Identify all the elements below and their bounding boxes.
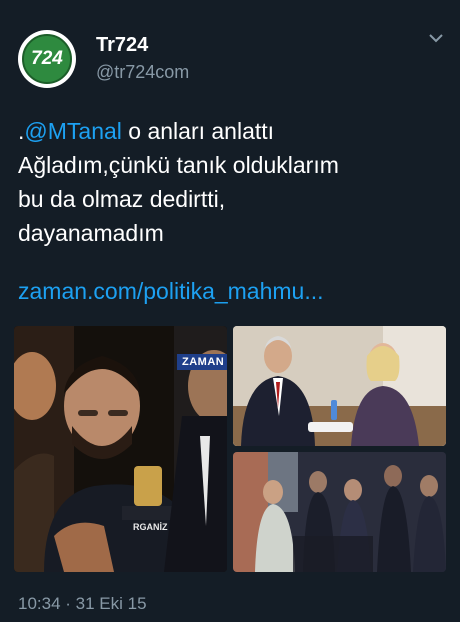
- photo-top-right[interactable]: [233, 326, 446, 446]
- display-name[interactable]: Tr724: [96, 34, 148, 57]
- media-grid: ZAMAN RGANİZ: [14, 326, 446, 572]
- tweet-line-4: dayanamadım: [18, 220, 164, 246]
- chevron-down-icon[interactable]: [428, 32, 444, 44]
- text-line-1-rest: o anları anlattı: [121, 118, 275, 144]
- photo-bottom-right[interactable]: [233, 452, 446, 572]
- tweet-text: .@MTanal o anları anlattı Ağladım,çünkü …: [18, 114, 448, 250]
- tweet-header: 724 Tr724 @tr724com: [0, 0, 460, 100]
- avatar-logo: 724: [22, 34, 72, 84]
- user-handle[interactable]: @tr724com: [96, 62, 189, 83]
- mention-link[interactable]: @MTanal: [24, 118, 122, 144]
- avatar[interactable]: 724: [18, 30, 76, 88]
- photo-crowd-illustration: [233, 452, 446, 572]
- photo-main[interactable]: ZAMAN RGANİZ: [14, 326, 227, 572]
- tweet-line-1: .@MTanal o anları anlattı: [18, 114, 448, 148]
- tweet-timestamp[interactable]: 10:34 · 31 Eki 15: [18, 594, 147, 614]
- police-badge-label: RGANİZ: [133, 522, 168, 532]
- zaman-watermark: ZAMAN: [177, 354, 227, 370]
- tweet-line-3: bu da olmaz dedirtti,: [18, 186, 226, 212]
- tweet-line-2: Ağladım,çünkü tanık olduklarım: [18, 152, 339, 178]
- photo-meeting-illustration: [233, 326, 446, 446]
- article-link[interactable]: zaman.com/politika_mahmu...: [18, 278, 324, 305]
